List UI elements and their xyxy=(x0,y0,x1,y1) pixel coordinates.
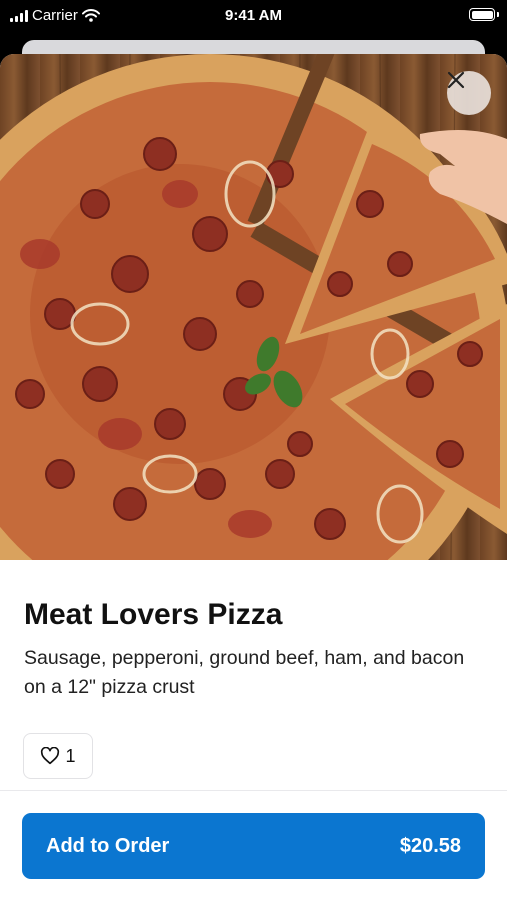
battery-icon xyxy=(469,8,495,21)
product-sheet: Meat Lovers Pizza Sausage, pepperoni, gr… xyxy=(0,54,507,900)
heart-icon xyxy=(41,747,60,765)
like-button[interactable]: 1 xyxy=(23,733,93,779)
order-price: $20.58 xyxy=(399,834,461,857)
status-time: 9:41 AM xyxy=(225,7,282,24)
divider xyxy=(0,790,507,791)
add-to-order-button[interactable]: Add to Order $20.58 xyxy=(22,813,485,879)
add-to-order-label: Add to Order xyxy=(46,834,170,857)
product-image xyxy=(0,54,507,560)
close-icon xyxy=(447,71,465,89)
battery-cap xyxy=(497,12,499,17)
close-button[interactable] xyxy=(447,71,491,115)
product-title: Meat Lovers Pizza xyxy=(24,598,283,631)
pizza-photo xyxy=(0,54,507,560)
status-bar: Carrier 9:41 AM xyxy=(0,0,507,32)
like-count: 1 xyxy=(65,745,76,766)
product-description: Sausage, pepperoni, ground beef, ham, an… xyxy=(24,647,465,698)
